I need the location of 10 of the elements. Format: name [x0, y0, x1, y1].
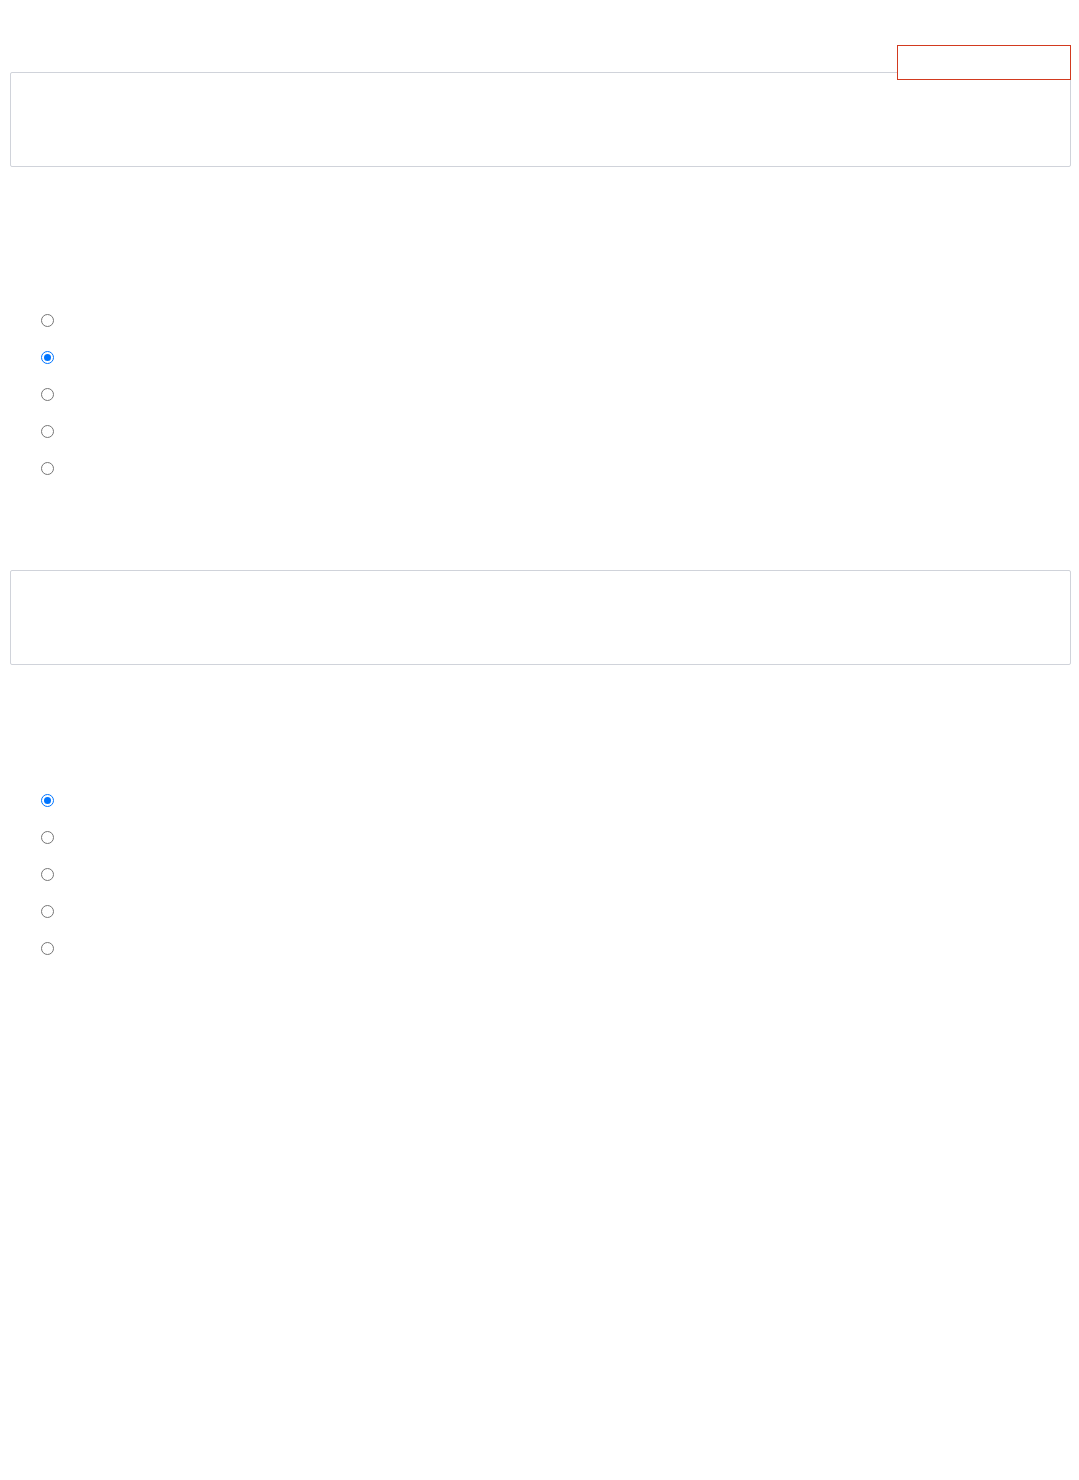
- radio-button[interactable]: [41, 314, 54, 327]
- radio-button[interactable]: [41, 868, 54, 881]
- radio-button[interactable]: [41, 905, 54, 918]
- radio-button[interactable]: [41, 942, 54, 955]
- radio-button[interactable]: [41, 462, 54, 475]
- radio-button[interactable]: [41, 794, 54, 807]
- radio-button[interactable]: [41, 388, 54, 401]
- radio-button[interactable]: [41, 351, 54, 364]
- radio-button[interactable]: [41, 425, 54, 438]
- radio-button[interactable]: [41, 831, 54, 844]
